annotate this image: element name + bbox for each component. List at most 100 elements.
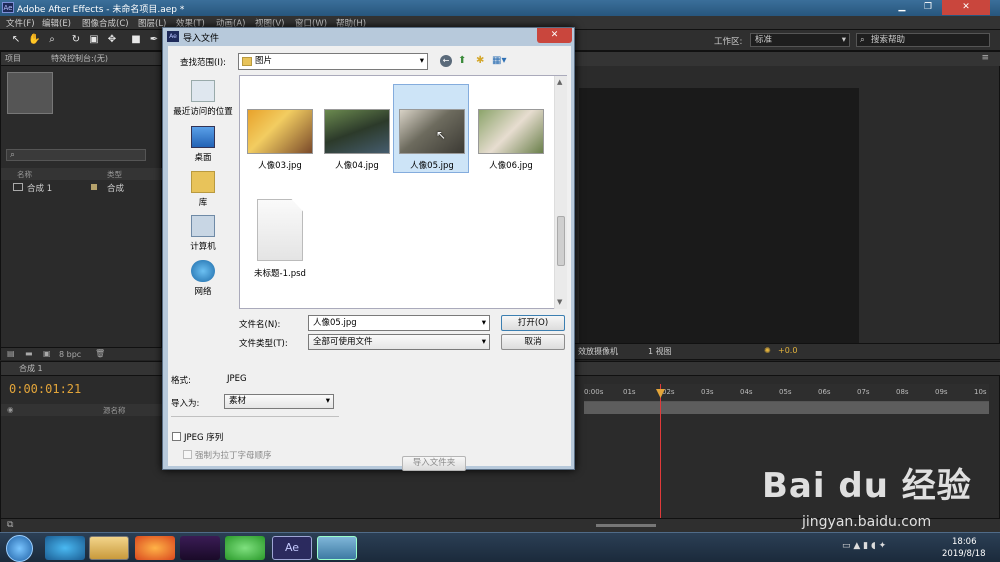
network-icon[interactable] [191,260,215,282]
folder-icon [242,57,252,66]
time-ruler[interactable]: 0:00s 01s 02s 03s 04s 05s 06s 07s 08s 09s 10s [584,384,989,402]
file-name-value: 人像05.jpg [313,318,357,328]
file-name-input[interactable]: 人像05.jpg ▾ [308,315,490,331]
import-folder-button[interactable]: 导入文件夹 [402,456,466,471]
new-folder-icon[interactable]: ✱ [476,55,484,66]
menu-file[interactable]: 文件(F) [6,17,35,29]
file-list-scrollbar[interactable]: ▲ ▼ [554,76,567,309]
photo-thumbnail[interactable] [478,109,544,154]
camera-tool-icon[interactable]: ▣ [88,34,100,46]
look-in-label: 查找范围(I): [180,58,227,68]
media-player-icon[interactable] [45,536,85,560]
current-time-indicator[interactable] [660,384,661,529]
file-list[interactable]: 人像03.jpg 人像04.jpg 人像05.jpg ↖ 人像06.jpg 未标… [239,75,567,309]
view-menu-icon[interactable]: ▦▾ [492,55,506,66]
place-recent[interactable]: 最近访问的位置 [163,105,243,117]
bpc-label[interactable]: 8 bpc [59,350,81,359]
after-effects-taskbar-button[interactable]: Ae [272,536,312,560]
cancel-button[interactable]: 取消 [501,334,565,350]
view-layout-select[interactable]: 1 视图 [648,346,672,357]
toggle-switches-icon[interactable]: ⧉ [7,520,13,530]
camera-select[interactable]: 效放摄像机 [578,346,618,357]
jpeg-sequence-label: JPEG 序列 [184,433,224,443]
format-value: JPEG [227,374,247,384]
place-network[interactable]: 网络 [163,285,243,297]
menu-edit[interactable]: 编辑(E) [42,17,71,29]
clock-date[interactable]: 2019/8/18 [942,549,986,559]
tab-composition-1[interactable]: 合成 1 [19,364,43,373]
selection-tool-icon[interactable]: ↖ [10,34,22,46]
clock-time[interactable]: 18:06 [952,537,977,547]
pan-behind-tool-icon[interactable]: ✥ [106,34,118,46]
photo-thumbnail[interactable] [399,109,465,154]
minimize-button[interactable]: ▁ [890,0,914,15]
workspace-value: 标准 [755,35,773,45]
zoom-slider[interactable] [596,524,656,527]
tab-effect-controls[interactable]: 特效控制台:(无) [51,54,108,63]
import-as-select[interactable]: 素材 ▾ [224,394,334,409]
current-time-display[interactable]: 0:00:01:21 [9,382,81,396]
rectangle-tool-icon[interactable]: ■ [130,34,142,46]
photo-thumbnail[interactable] [324,109,390,154]
place-computer[interactable]: 计算机 [163,240,243,252]
list-item[interactable]: 合成 1 合成 [1,182,163,194]
panel-menu-icon[interactable]: ≡ [981,53,989,63]
recent-places-icon[interactable] [191,80,215,102]
dialog-close-button[interactable]: ✕ [537,28,572,43]
search-help-input[interactable]: ⌕ 搜索帮助 [856,33,990,47]
file-name[interactable]: 人像05.jpg [393,159,471,171]
hand-tool-icon[interactable]: ✋ [28,34,40,46]
ae-app-icon: Ae [2,2,14,13]
library-icon[interactable] [191,171,215,193]
green-app-icon[interactable] [225,536,265,560]
desktop-icon[interactable] [191,126,215,148]
up-folder-icon[interactable]: ⬆ [458,55,466,66]
new-composition-icon[interactable]: ▣ [43,349,51,358]
jpeg-sequence-checkbox[interactable] [172,432,181,441]
file-type-select[interactable]: 全部可使用文件 ▾ [308,334,490,350]
composition-icon [13,183,23,191]
back-icon[interactable]: ← [440,55,452,67]
file-name[interactable]: 人像04.jpg [318,159,396,171]
place-library[interactable]: 库 [163,196,243,208]
trash-icon[interactable]: 🗑 [95,349,105,358]
file-name[interactable]: 人像06.jpg [472,159,550,171]
firefox-icon[interactable] [135,536,175,560]
column-name[interactable]: 名称 [17,169,32,180]
pen-tool-icon[interactable]: ✒ [148,34,160,46]
workspace-select[interactable]: 标准 ▾ [750,33,850,47]
tab-project[interactable]: 项目 [5,54,21,63]
menu-composition[interactable]: 图像合成(C) [82,17,129,29]
project-search-input[interactable]: ⌕ [6,149,146,161]
look-in-select[interactable]: 图片 ▾ [238,53,428,70]
start-button[interactable] [6,535,33,562]
window-taskbar-button[interactable] [317,536,357,560]
exposure-icon[interactable]: ✺ [764,346,771,355]
psd-file-icon[interactable] [257,199,303,261]
tray-icons[interactable]: ▭ ▲ ▮ ◖ ✦ [842,541,886,551]
place-desktop[interactable]: 桌面 [163,151,243,163]
maximize-button[interactable]: ❐ [916,0,940,15]
scroll-down-icon[interactable]: ▼ [557,298,562,306]
search-icon: ⌕ [860,35,865,45]
new-folder-icon[interactable]: ▬ [25,349,33,358]
work-area-bar[interactable] [584,402,989,414]
photo-thumbnail[interactable] [247,109,313,154]
computer-icon[interactable] [191,215,215,237]
close-button[interactable]: ✕ [942,0,990,15]
video-app-icon[interactable] [180,536,220,560]
file-name[interactable]: 未标题-1.psd [241,267,319,279]
column-type[interactable]: 类型 [107,169,122,180]
column-source-name[interactable]: 源名称 [103,405,126,416]
zoom-tool-icon[interactable]: ⌕ [46,34,58,46]
exposure-value[interactable]: +0.0 [778,346,797,355]
composition-canvas[interactable] [579,88,859,344]
scroll-up-icon[interactable]: ▲ [557,78,562,86]
scrollbar-thumb[interactable] [557,216,565,266]
rotate-tool-icon[interactable]: ↻ [70,34,82,46]
interpret-footage-icon[interactable]: ▤ [7,349,15,358]
force-alphabetical-checkbox[interactable] [183,450,192,459]
open-button[interactable]: 打开(O) [501,315,565,331]
file-name[interactable]: 人像03.jpg [241,159,319,171]
file-explorer-icon[interactable] [89,536,129,560]
